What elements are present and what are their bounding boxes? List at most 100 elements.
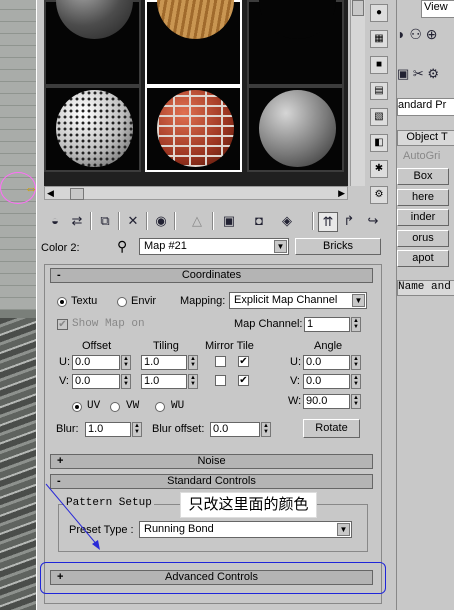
u-offset-value: 0.0 [75, 356, 91, 368]
scroll-left-icon[interactable]: ◀ [47, 187, 54, 199]
reset-map-icon[interactable]: ✕ [124, 212, 142, 230]
texture-radio[interactable] [57, 297, 67, 307]
slots-horizontal-scrollbar[interactable]: ◀ ▶ [44, 186, 348, 200]
spinner-arrows-icon[interactable]: ▲ ▼ [121, 355, 131, 370]
show-end-result-icon[interactable]: ◈ [278, 212, 296, 230]
uv-label: UV [87, 400, 101, 412]
teapot-button[interactable]: apot [397, 250, 449, 267]
pick-from-object-icon[interactable]: ↪ [364, 212, 382, 230]
options-icon[interactable]: ⚙ [370, 186, 388, 204]
spinner-arrows-icon[interactable]: ▲ ▼ [351, 374, 361, 389]
texture-label: Textu [71, 295, 98, 307]
sample-slot-3[interactable] [247, 0, 344, 86]
blur-offset-spinner[interactable]: 0.0 ▲ ▼ [210, 422, 271, 437]
eyedropper-icon[interactable]: ⚲ [117, 238, 127, 255]
video-color-check-icon[interactable]: ◧ [370, 134, 388, 152]
map-type-button[interactable]: Bricks [295, 238, 381, 255]
chevron-down-icon[interactable]: ▼ [337, 523, 350, 536]
autogrid-checkbox[interactable]: AutoGri [397, 150, 454, 162]
make-preview-icon[interactable]: ✱ [370, 160, 388, 178]
cylinder-button[interactable]: inder [397, 209, 449, 226]
spinner-arrows-icon[interactable]: ▲ ▼ [188, 374, 198, 389]
color-check-icon[interactable]: ▤ [370, 82, 388, 100]
slots-vertical-scrollbar[interactable] [350, 0, 365, 186]
u-tile-checkbox[interactable]: ✔ [238, 356, 249, 367]
mirror-tile-label: Mirror Tile [205, 340, 254, 352]
u-mirror-checkbox[interactable] [215, 356, 226, 367]
spinner-arrows-icon[interactable]: ▲ ▼ [351, 355, 361, 370]
noise-rollout-header[interactable]: + Noise [50, 454, 373, 469]
v-offset-spinner[interactable]: 0.0 ▲ ▼ [72, 374, 131, 389]
spinner-arrows-icon[interactable]: ▲ ▼ [351, 317, 361, 332]
put-material-icon[interactable]: ⇄ [68, 212, 86, 230]
torus-button[interactable]: orus [397, 230, 449, 247]
u-tiling-spinner[interactable]: 1.0 ▲ ▼ [141, 355, 198, 370]
sample-slot-2[interactable] [145, 0, 242, 86]
v-tile-checkbox[interactable]: ✔ [238, 375, 249, 386]
view-dropdown[interactable]: View [421, 0, 454, 18]
sample-slot-5[interactable] [145, 86, 242, 172]
color-2-label: Color 2: [41, 242, 80, 254]
w-angle-spinner[interactable]: 90.0 ▲ ▼ [303, 394, 361, 409]
collapse-icon: - [57, 269, 61, 281]
blur-offset-label: Blur offset: [152, 423, 205, 435]
spinner-arrows-icon[interactable]: ▲ ▼ [261, 422, 271, 437]
checker-background-icon[interactable]: ▦ [370, 30, 388, 48]
v-angle-spinner[interactable]: 0.0 ▲ ▼ [303, 374, 361, 389]
map-channel-spinner[interactable]: 1 ▲ ▼ [304, 317, 361, 332]
v-mirror-checkbox[interactable] [215, 375, 226, 386]
go-to-parent-icon[interactable]: ⇈ [318, 212, 338, 232]
show-map-on-checkbox[interactable]: ✔ [57, 319, 68, 330]
u-angle-spinner[interactable]: 0.0 ▲ ▼ [303, 355, 361, 370]
blur-spinner[interactable]: 1.0 ▲ ▼ [85, 422, 142, 437]
preset-type-combo[interactable]: Running Bond ▼ [139, 521, 352, 538]
v-tiling-spinner[interactable]: 1.0 ▲ ▼ [141, 374, 198, 389]
object-type-rollout[interactable]: Object T [397, 130, 454, 146]
spinner-arrows-icon[interactable]: ▲ ▼ [188, 355, 198, 370]
make-unique-icon[interactable]: ◉ [152, 212, 170, 230]
mapping-value: Explicit Map Channel [234, 294, 338, 306]
environ-radio[interactable] [117, 297, 127, 307]
box-button[interactable]: Box [397, 168, 449, 185]
put-to-library-icon[interactable]: △ [188, 212, 206, 230]
wu-radio[interactable] [155, 402, 165, 412]
u-angle-value: 0.0 [306, 356, 322, 368]
coordinates-rollout-header[interactable]: - Coordinates [50, 268, 373, 283]
spinner-arrows-icon[interactable]: ▲ ▼ [132, 422, 142, 437]
vw-label: VW [126, 400, 140, 412]
get-material-icon[interactable]: ◒ [46, 212, 64, 230]
spinner-arrows-icon[interactable]: ▲ ▼ [351, 394, 361, 409]
standard-primitives-dropdown[interactable]: andard Pr [397, 98, 454, 116]
assign-material-icon[interactable]: ⧉ [96, 212, 114, 230]
mapping-combo[interactable]: Explicit Map Channel ▼ [229, 292, 367, 309]
sphere-button[interactable]: here [397, 189, 449, 206]
coordinates-title: Coordinates [181, 269, 242, 281]
command-tabs[interactable]: ◗ ⚇ ⊕ [397, 26, 454, 56]
slots-vertical-thumb[interactable] [352, 0, 364, 16]
sample-type-sphere-icon[interactable]: ● [370, 4, 388, 22]
chevron-down-icon[interactable]: ▼ [274, 240, 287, 253]
sample-uv-tiling-icon[interactable]: ▧ [370, 108, 388, 126]
sample-slot-1[interactable] [44, 0, 141, 86]
create-categories[interactable]: ▣ ✂ ⚙ [397, 66, 454, 86]
slots-horizontal-thumb[interactable] [70, 188, 84, 200]
material-effects-channel-icon[interactable]: ▣ [220, 212, 238, 230]
show-map-in-viewport-icon[interactable]: ◘ [250, 212, 268, 230]
viewport-grid [0, 0, 36, 310]
expand-icon: + [57, 455, 64, 467]
uv-radio[interactable] [72, 402, 82, 412]
map-channel-label: Map Channel: [234, 318, 303, 330]
go-forward-sibling-icon[interactable]: ↱ [340, 212, 358, 230]
map-name-combo[interactable]: Map #21 ▼ [139, 238, 289, 255]
background-icon[interactable]: ■ [370, 56, 388, 74]
sample-slot-6[interactable] [247, 86, 344, 172]
blur-label: Blur: [56, 423, 79, 435]
u-offset-spinner[interactable]: 0.0 ▲ ▼ [72, 355, 131, 370]
scroll-right-icon[interactable]: ▶ [338, 187, 345, 199]
vw-radio[interactable] [110, 402, 120, 412]
chevron-down-icon[interactable]: ▼ [352, 294, 365, 307]
name-and-color-rollout[interactable]: Name and [397, 280, 454, 296]
spinner-arrows-icon[interactable]: ▲ ▼ [121, 374, 131, 389]
sample-slot-4[interactable] [44, 86, 141, 172]
rotate-button[interactable]: Rotate [303, 419, 360, 438]
